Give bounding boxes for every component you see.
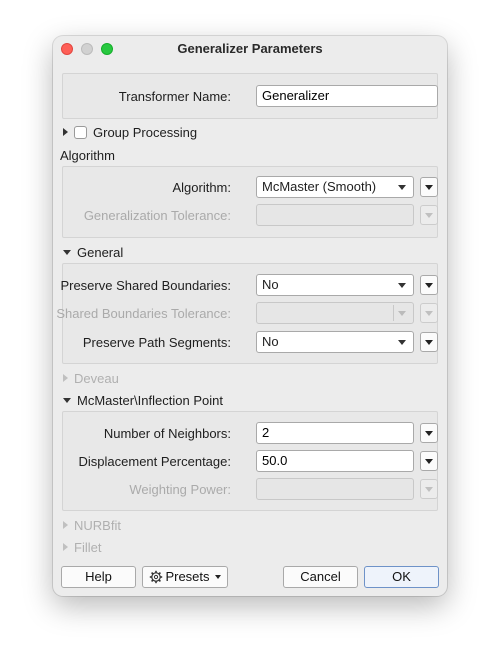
- fillet-section-header: Fillet: [63, 540, 101, 555]
- preserve-path-segments-options-button[interactable]: [420, 332, 438, 352]
- preserve-shared-boundaries-value: No: [262, 277, 279, 292]
- chevron-down-icon: [425, 283, 433, 288]
- displacement-percentage-options-button[interactable]: [420, 451, 438, 471]
- mcmaster-group: Number of Neighbors: 2 Displacement Perc…: [62, 411, 438, 511]
- chevron-down-icon: [398, 340, 406, 345]
- general-section-header[interactable]: General: [63, 245, 123, 260]
- chevron-down-icon: [398, 283, 406, 288]
- ok-button[interactable]: OK: [364, 566, 439, 588]
- preserve-shared-boundaries-options-button[interactable]: [420, 275, 438, 295]
- chevron-down-icon: [425, 487, 433, 492]
- chevron-down-icon: [398, 311, 406, 316]
- chevron-down-icon: [425, 185, 433, 190]
- algorithm-options-button[interactable]: [420, 177, 438, 197]
- chevron-down-icon: [425, 213, 433, 218]
- generalizer-parameters-dialog: Generalizer Parameters Transformer Name:…: [53, 36, 447, 596]
- weighting-power-label: Weighting Power:: [129, 482, 231, 497]
- collapse-arrow-icon[interactable]: [63, 250, 71, 255]
- fillet-heading: Fillet: [74, 540, 102, 555]
- shared-boundaries-tolerance-options-button: [420, 303, 438, 323]
- mcmaster-heading: McMaster\Inflection Point: [77, 393, 223, 408]
- generalization-tolerance-options-button: [420, 205, 438, 225]
- nurbfit-section-header: NURBfit: [63, 518, 121, 533]
- nurbfit-heading: NURBfit: [74, 518, 121, 533]
- generalization-tolerance-label: Generalization Tolerance:: [83, 208, 231, 223]
- chevron-down-icon: [425, 459, 433, 464]
- general-heading: General: [77, 245, 124, 260]
- displacement-percentage-label: Displacement Percentage:: [78, 454, 231, 469]
- general-group: Preserve Shared Boundaries: No Shared Bo…: [56, 263, 438, 364]
- transformer-name-group: Transformer Name: Generalizer: [62, 73, 438, 119]
- algorithm-label: Algorithm:: [172, 180, 231, 195]
- shared-boundaries-tolerance-select: [256, 302, 414, 324]
- generalization-tolerance-field: [256, 204, 414, 226]
- algorithm-select[interactable]: McMaster (Smooth): [256, 176, 414, 198]
- help-button[interactable]: Help: [61, 566, 136, 588]
- transformer-name-field[interactable]: Generalizer: [256, 85, 438, 107]
- presets-label: Presets: [165, 569, 210, 584]
- preserve-path-segments-select[interactable]: No: [256, 331, 414, 353]
- collapse-arrow-icon[interactable]: [63, 398, 71, 403]
- cancel-button[interactable]: Cancel: [283, 566, 358, 588]
- chevron-down-icon: [425, 340, 433, 345]
- displacement-percentage-field[interactable]: 50.0: [256, 450, 414, 472]
- chevron-down-icon: [398, 185, 406, 190]
- number-of-neighbors-options-button[interactable]: [420, 423, 438, 443]
- chevron-down-icon: [425, 311, 433, 316]
- expand-arrow-icon: [63, 521, 68, 529]
- number-of-neighbors-field[interactable]: 2: [256, 422, 414, 444]
- gear-icon: [150, 570, 163, 584]
- preserve-shared-boundaries-label: Preserve Shared Boundaries:: [60, 278, 231, 293]
- expand-arrow-icon: [63, 374, 68, 382]
- preserve-path-segments-value: No: [262, 334, 279, 349]
- group-processing-checkbox[interactable]: [74, 126, 87, 139]
- deveau-section-header: Deveau: [63, 371, 119, 386]
- weighting-power-field: [256, 478, 414, 500]
- preserve-path-segments-label: Preserve Path Segments:: [82, 335, 231, 350]
- number-of-neighbors-label: Number of Neighbors:: [103, 426, 231, 441]
- combo-divider: [393, 305, 394, 321]
- chevron-down-icon: [425, 431, 433, 436]
- preserve-shared-boundaries-select[interactable]: No: [256, 274, 414, 296]
- window-title: Generalizer Parameters: [177, 41, 323, 56]
- algorithm-value: McMaster (Smooth): [262, 179, 377, 194]
- algorithm-heading: Algorithm: [60, 148, 115, 163]
- expand-arrow-icon[interactable]: [63, 128, 68, 136]
- shared-boundaries-tolerance-label: Shared Boundaries Tolerance:: [56, 306, 231, 321]
- transformer-name-label: Transformer Name:: [118, 89, 231, 104]
- weighting-power-options-button: [420, 479, 438, 499]
- expand-arrow-icon: [63, 543, 68, 551]
- chevron-down-icon: [214, 575, 221, 579]
- deveau-heading: Deveau: [74, 371, 119, 386]
- mcmaster-section-header[interactable]: McMaster\Inflection Point: [63, 393, 223, 408]
- group-processing-row[interactable]: Group Processing: [63, 125, 197, 140]
- group-processing-label: Group Processing: [93, 125, 198, 140]
- algorithm-group: Algorithm: McMaster (Smooth) Generalizat…: [62, 166, 438, 238]
- title-bar[interactable]: Generalizer Parameters: [53, 36, 447, 62]
- presets-button[interactable]: Presets: [142, 566, 228, 588]
